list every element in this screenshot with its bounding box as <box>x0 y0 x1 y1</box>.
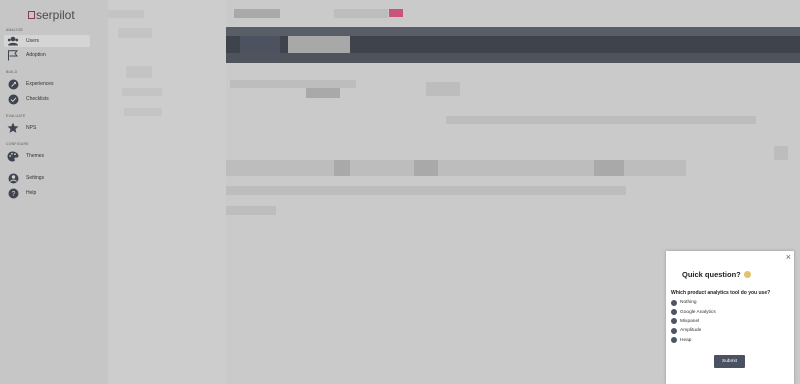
option-label: Amplitude <box>680 328 702 334</box>
sidebar-item-settings[interactable]: Settings <box>4 172 90 184</box>
survey-option-nothing[interactable]: Nothing <box>671 298 716 307</box>
obscured-content <box>126 66 152 78</box>
survey-title-text: Quick question? <box>682 270 741 279</box>
obscured-table-row <box>226 186 626 195</box>
survey-title: Quick question? <box>682 270 751 279</box>
sidebar-item-experiences[interactable]: Experiences <box>4 78 90 90</box>
app-logo[interactable]: serpilot <box>28 8 75 22</box>
obscured-content <box>774 146 788 160</box>
accent-badge <box>389 9 403 17</box>
survey-option-mixpanel[interactable]: Mixpanel <box>671 317 716 326</box>
survey-option-google-analytics[interactable]: Google Analytics <box>671 307 716 316</box>
sidebar-item-help[interactable]: ? Help <box>4 187 90 199</box>
palette-icon <box>6 150 20 162</box>
obscured-content <box>108 10 144 18</box>
rocket-icon <box>6 78 20 90</box>
radio-button[interactable] <box>671 309 677 316</box>
obscured-content <box>118 28 152 38</box>
logo-text: serpilot <box>36 8 75 22</box>
close-icon[interactable]: × <box>786 252 791 262</box>
obscured-content <box>124 108 162 116</box>
sidebar-item-adoption[interactable]: Adoption <box>4 49 90 61</box>
obscured-content <box>426 82 460 96</box>
sidebar-item-themes[interactable]: Themes <box>4 150 90 162</box>
radio-button[interactable] <box>671 318 677 325</box>
sidebar-item-label: Settings <box>26 175 45 181</box>
survey-options: Nothing Google Analytics Mixpanel Amplit… <box>671 298 716 345</box>
obscured-table-cell <box>414 160 438 176</box>
option-label: Google Analytics <box>680 309 716 315</box>
sidebar: serpilot ANALYZE Users Adoption BUILD Ex… <box>0 0 108 384</box>
section-label-build: BUILD <box>6 70 18 74</box>
option-label: Mixpanel <box>680 318 700 324</box>
sidebar-item-label: Adoption <box>26 52 46 58</box>
secondary-panel <box>108 0 226 384</box>
flag-icon <box>6 49 20 61</box>
sidebar-item-label: Help <box>26 190 37 196</box>
obscured-content <box>306 88 340 98</box>
option-label: Nothing <box>680 300 697 306</box>
section-label-evaluate: EVALUATE <box>6 114 26 118</box>
section-label-analyze: ANALYZE <box>6 28 24 32</box>
survey-option-heap[interactable]: Heap <box>671 336 716 345</box>
sidebar-item-nps[interactable]: NPS <box>4 122 90 134</box>
obscured-table-cell <box>334 160 350 176</box>
person-icon <box>6 172 20 184</box>
obscured-content <box>226 206 276 215</box>
sidebar-item-checklists[interactable]: Checklists <box>4 93 90 105</box>
users-icon <box>6 35 20 47</box>
survey-question: Which product analytics tool do you use? <box>671 290 771 296</box>
obscured-content <box>446 116 756 124</box>
star-icon <box>6 122 20 134</box>
obscured-header <box>234 9 280 18</box>
survey-popup: × Quick question? Which product analytic… <box>666 251 794 384</box>
sidebar-item-label: NPS <box>26 125 37 131</box>
header-band <box>226 27 800 63</box>
obscured-content <box>122 88 162 96</box>
obscured-table-cell <box>594 160 624 176</box>
sidebar-item-label: Users <box>26 38 40 44</box>
survey-option-amplitude[interactable]: Amplitude <box>671 326 716 335</box>
question-icon: ? <box>6 187 20 199</box>
radio-button[interactable] <box>671 337 677 344</box>
obscured-content <box>230 80 356 88</box>
check-circle-icon <box>6 93 20 105</box>
section-label-configure: CONFIGURE <box>6 142 29 146</box>
logo-mark-icon <box>28 11 35 19</box>
sidebar-item-label: Checklists <box>26 96 49 102</box>
svg-text:?: ? <box>11 191 15 198</box>
submit-button[interactable]: Submit <box>714 355 745 368</box>
obscured-header <box>334 9 388 18</box>
sidebar-item-label: Experiences <box>26 81 54 87</box>
obscured-band-content <box>288 36 350 53</box>
option-label: Heap <box>680 337 692 343</box>
band-bottom-strip <box>226 53 800 63</box>
obscured-band-content <box>240 36 280 53</box>
band-top-strip <box>226 27 800 36</box>
thinking-emoji-icon <box>743 271 751 278</box>
radio-button[interactable] <box>671 327 677 334</box>
sidebar-item-users[interactable]: Users <box>4 35 90 47</box>
radio-button[interactable] <box>671 299 677 306</box>
sidebar-item-label: Themes <box>26 153 45 159</box>
